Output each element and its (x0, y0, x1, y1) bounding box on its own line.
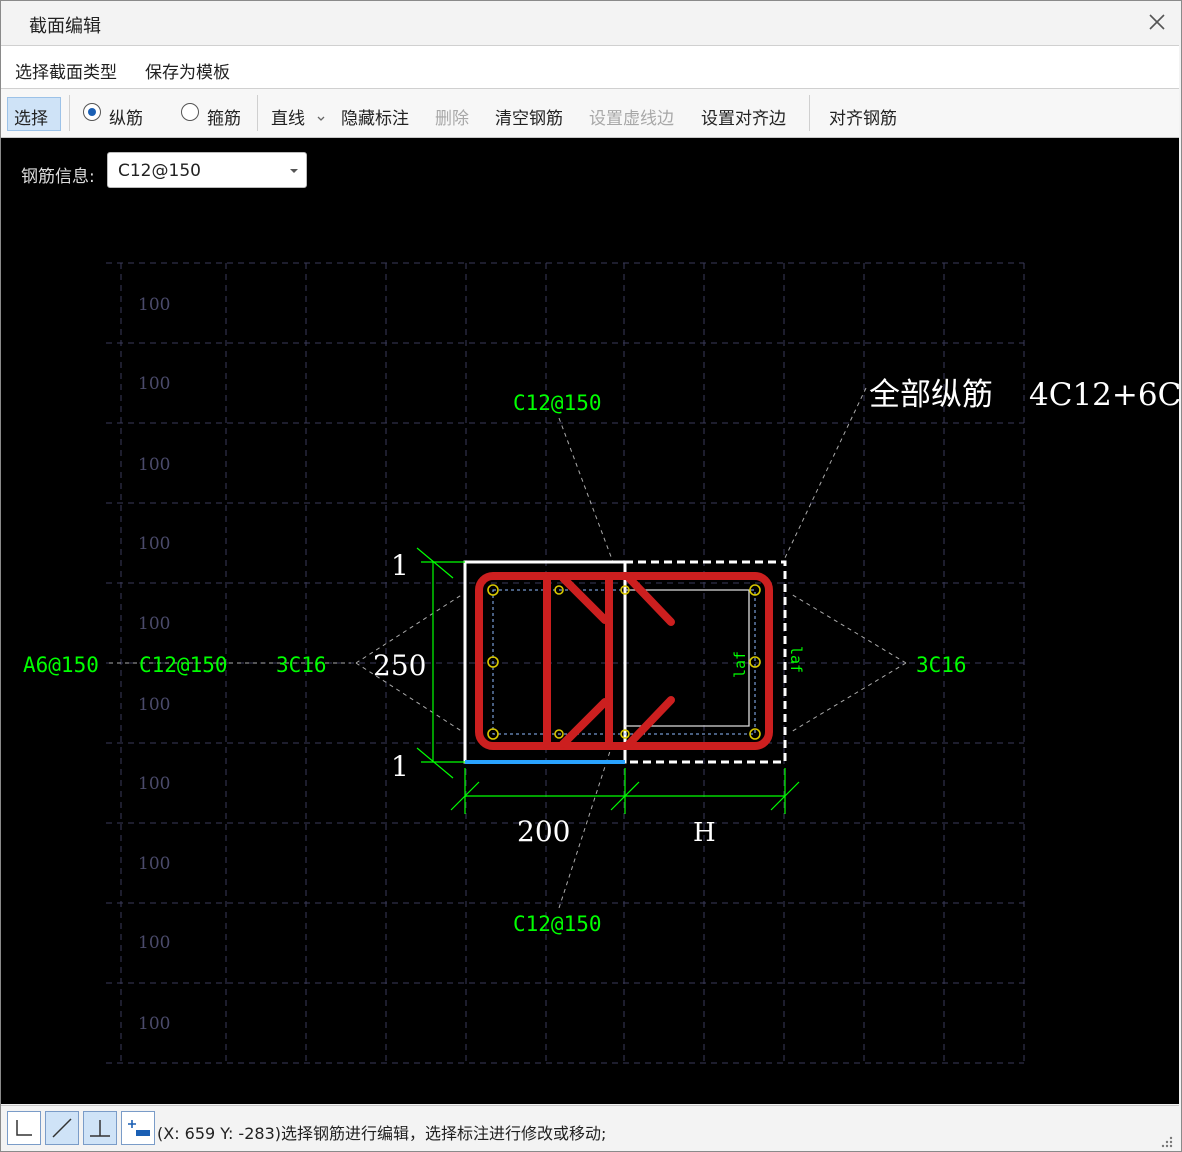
grid-label: 100 (138, 695, 170, 715)
toolbar: 选择 纵筋 箍筋 直线 隐藏标注 删除 清空钢筋 设置虚线边 设置对齐边 对齐钢… (1, 89, 1179, 138)
chevron-down-icon (290, 169, 298, 173)
grid-label: 100 (138, 534, 170, 554)
toolbar-separator (809, 95, 810, 131)
title-bar: 截面编辑 (1, 1, 1181, 43)
select-tool-label: 选择 (14, 109, 48, 129)
dim-bottom-h: H (693, 818, 716, 848)
set-align-edge-button[interactable]: 设置对齐边 (701, 104, 786, 129)
section-editor-window: 截面编辑 选择截面类型 保存为模板 选择 纵筋 箍筋 直线 隐藏标注 删除 清空… (0, 0, 1182, 1152)
label-laf-outer: laf (787, 646, 805, 673)
align-rebar-button[interactable]: 对齐钢筋 (829, 104, 897, 129)
label-left-3c16: 3C16 (276, 653, 327, 677)
line-tool-label: 直线 (271, 109, 305, 129)
add-point-button[interactable] (121, 1111, 155, 1145)
section-drawing[interactable]: 100 100 100 100 100 100 100 100 100 100 (1, 138, 1179, 1104)
grid-label: 100 (138, 455, 170, 475)
select-tool-button[interactable]: 选择 (7, 97, 61, 131)
menu-select-section-type[interactable]: 选择截面类型 (15, 58, 117, 83)
resize-grip-icon[interactable] (1161, 1136, 1173, 1148)
label-top-c12: C12@150 (513, 391, 602, 415)
status-bar: (X: 659 Y: -283)选择钢筋进行编辑，选择标注进行修改或移动; (1, 1105, 1179, 1151)
set-dashed-edge-button[interactable]: 设置虚线边 (589, 104, 674, 129)
grid-label: 100 (138, 854, 170, 874)
hide-labels-button[interactable]: 隐藏标注 (341, 104, 409, 129)
label-all-longitudinal-value: 4C12+6C16 (1029, 377, 1179, 413)
menu-save-as-template[interactable]: 保存为模板 (145, 58, 230, 83)
dim-left-bottom: 1 (391, 750, 409, 783)
radio-longitudinal-label[interactable]: 纵筋 (109, 104, 143, 129)
grid-label: 100 (138, 933, 170, 953)
perpendicular-icon (90, 1120, 110, 1137)
corner-icon (16, 1120, 32, 1136)
grid-label: 100 (138, 295, 170, 315)
window-title: 截面编辑 (29, 16, 101, 37)
dim-bottom-200: 200 (517, 815, 570, 848)
toolbar-separator (69, 95, 70, 131)
label-left-a6: A6@150 (23, 653, 99, 677)
section-dashed-edge[interactable] (623, 560, 787, 764)
line-snap-button[interactable] (45, 1111, 79, 1145)
grid-label: 100 (138, 774, 170, 794)
rebar-info-value: C12@150 (118, 161, 201, 181)
dimension-texts[interactable]: 250 1 1 200 H 全部纵筋 4C12+6C16 (373, 377, 1179, 848)
menu-bar: 选择截面类型 保存为模板 (1, 45, 1179, 89)
diagonal-line-icon (52, 1118, 72, 1138)
drawing-canvas[interactable]: 100 100 100 100 100 100 100 100 100 100 (1, 138, 1179, 1104)
status-text: (X: 659 Y: -283)选择钢筋进行编辑，选择标注进行修改或移动; (157, 1124, 607, 1143)
grid-label: 100 (138, 374, 170, 394)
dim-left-top: 1 (391, 549, 409, 582)
dim-left-250: 250 (373, 649, 426, 682)
chevron-down-icon (317, 116, 325, 121)
leader-lines (109, 387, 907, 909)
label-laf-inner: laf (731, 651, 749, 678)
clear-rebar-button[interactable]: 清空钢筋 (495, 104, 563, 129)
perpendicular-snap-button[interactable] (83, 1111, 117, 1145)
label-right-3c16: 3C16 (916, 653, 967, 677)
radio-stirrup-label[interactable]: 箍筋 (207, 104, 241, 129)
close-icon (1149, 14, 1165, 30)
line-tool-button[interactable]: 直线 (271, 104, 326, 129)
plus-icon (128, 1120, 150, 1136)
toolbar-separator (257, 95, 258, 131)
close-button[interactable] (1143, 9, 1171, 35)
rebar-info-select[interactable]: C12@150 (107, 152, 307, 188)
radio-longitudinal[interactable] (83, 103, 101, 121)
label-bottom-c12: C12@150 (513, 912, 602, 936)
grid-label: 100 (138, 614, 170, 634)
rebar-info-label: 钢筋信息: (21, 167, 95, 187)
label-all-longitudinal: 全部纵筋 (869, 377, 993, 413)
label-left-c12: C12@150 (139, 653, 228, 677)
delete-button[interactable]: 删除 (435, 104, 469, 129)
grid-label: 100 (138, 1014, 170, 1034)
ortho-snap-button[interactable] (7, 1111, 41, 1145)
radio-stirrup[interactable] (181, 103, 199, 121)
